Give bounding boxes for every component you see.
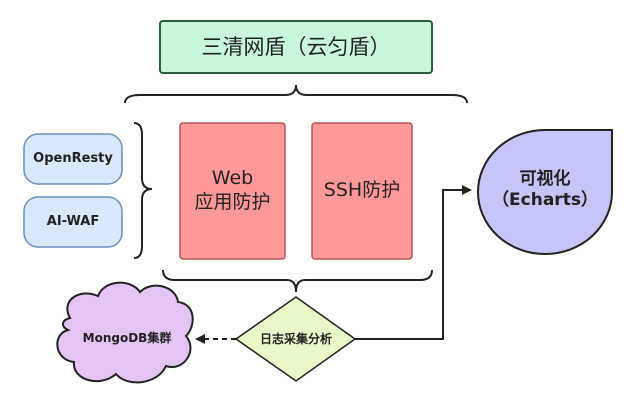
ssh-protection-label: SSH防护 (323, 179, 401, 202)
web-protection-line2: 应用防护 (194, 191, 271, 213)
top-brace (124, 84, 468, 104)
openresty-label: OpenResty (33, 150, 113, 166)
visualization-line2: （Echarts） (492, 190, 598, 210)
left-brace (133, 122, 153, 259)
storage-label: MongoDB集群 (82, 330, 172, 345)
web-protection-line1: Web (211, 167, 254, 190)
visualization-label: 可视化 （Echarts） (478, 150, 612, 230)
aiwaf-label: AI-WAF (46, 213, 100, 229)
bottom-brace (162, 269, 433, 293)
diagram-title: 三清网盾（云匀盾） (201, 34, 391, 59)
visualization-line1: 可视化 (519, 168, 571, 189)
architecture-diagram: 三清网盾（云匀盾） OpenResty AI-WAF Web 应用防护 SSH防… (0, 0, 628, 408)
log-collection-label: 日志采集分析 (259, 331, 332, 346)
web-protection-label: Web 应用防护 (180, 123, 285, 259)
